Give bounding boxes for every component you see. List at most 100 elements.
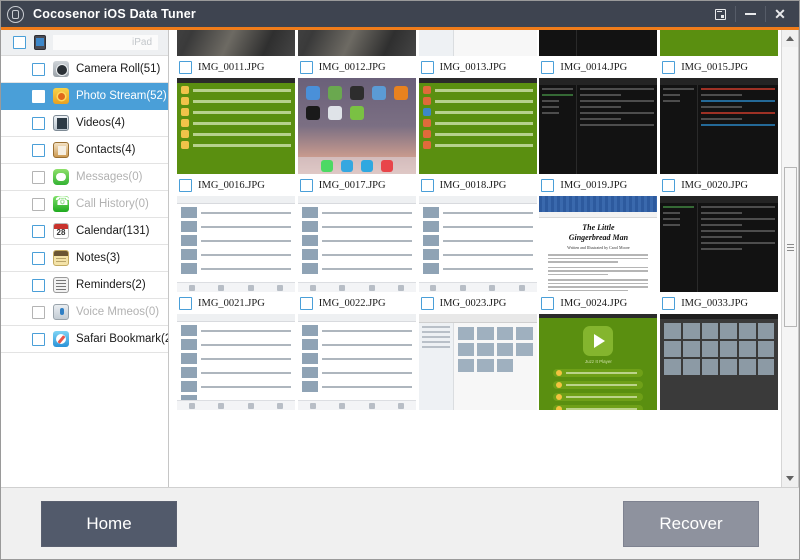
thumbnail-checkbox[interactable] xyxy=(541,60,555,74)
thumbnail-checkbox[interactable] xyxy=(662,60,676,74)
scrollbar-track[interactable] xyxy=(781,47,798,470)
scrollbar-thumb[interactable] xyxy=(783,167,797,327)
thumbnail-image[interactable] xyxy=(660,30,779,56)
thumbnail-cell[interactable]: IMG_0013.JPG xyxy=(418,30,539,78)
device-row[interactable]: iPad xyxy=(1,30,168,56)
safari-icon xyxy=(53,331,69,347)
calendar-day: 28 xyxy=(56,228,66,237)
thumbnail-image[interactable] xyxy=(177,196,295,292)
thumbnail-image[interactable] xyxy=(297,30,416,56)
thumbnail-cell[interactable]: IMG_0023.JPG xyxy=(418,196,539,314)
thumbnail-caption: IMG_0021.JPG xyxy=(177,292,297,314)
thumbnail-cell[interactable] xyxy=(297,314,418,410)
sidebar-item-calendar[interactable]: 28 Calendar(131) xyxy=(1,218,168,245)
thumbnail-cell[interactable]: IMG_0016.JPG xyxy=(177,78,297,196)
contacts-checkbox[interactable] xyxy=(32,143,45,157)
sidebar-item-videos[interactable]: Videos(4) xyxy=(1,110,168,137)
home-button[interactable]: Home xyxy=(41,500,177,547)
scroll-up-button[interactable] xyxy=(781,30,798,47)
vertical-scrollbar[interactable] xyxy=(781,30,798,487)
thumbnail-cell[interactable]: IMG_0012.JPG xyxy=(297,30,418,78)
thumbnail-image[interactable] xyxy=(660,196,779,292)
thumbnail-cell[interactable]: IMG_0019.JPG xyxy=(539,78,659,196)
thumbnail-checkbox[interactable] xyxy=(662,296,676,310)
scroll-down-arrow-icon xyxy=(786,476,794,481)
sidebar-item-messages[interactable]: Messages(0) xyxy=(1,164,168,191)
thumbnail-image[interactable] xyxy=(177,30,295,56)
thumbnail-cell[interactable]: IMG_0020.JPG xyxy=(660,78,780,196)
thumbnail-checkbox[interactable] xyxy=(541,296,555,310)
thumbnail-image[interactable] xyxy=(418,196,537,292)
thumbnail-checkbox[interactable] xyxy=(179,178,192,192)
scroll-up-arrow-icon xyxy=(786,36,794,41)
thumbnail-image[interactable] xyxy=(418,314,537,410)
thumbnail-checkbox[interactable] xyxy=(420,296,434,310)
thumbnail-caption: IMG_0016.JPG xyxy=(177,174,297,196)
thumbnail-label: IMG_0033.JPG xyxy=(681,297,748,309)
thumbnail-checkbox[interactable] xyxy=(299,178,313,192)
thumbnail-checkbox[interactable] xyxy=(541,178,555,192)
recover-button[interactable]: Recover xyxy=(623,500,759,547)
sidebar-item-camera-roll[interactable]: Camera Roll(51) xyxy=(1,56,168,83)
minimize-button[interactable] xyxy=(735,2,765,26)
footer-bar: Home Recover xyxy=(1,487,799,559)
thumbnail-checkbox[interactable] xyxy=(299,60,313,74)
thumbnail-checkbox[interactable] xyxy=(420,60,434,74)
thumbnail-checkbox[interactable] xyxy=(179,296,192,310)
thumbnail-image[interactable] xyxy=(297,196,416,292)
thumbnail-cell[interactable]: IMG_0022.JPG xyxy=(297,196,418,314)
sidebar-item-safari-bookmark[interactable]: Safari Bookmark(21) xyxy=(1,326,168,353)
safari-bookmark-checkbox[interactable] xyxy=(32,332,45,346)
thumbnail-cell[interactable]: IMG_0014.JPG xyxy=(539,30,659,78)
thumbnail-image[interactable]: The Little Gingerbread Man Written and Ill… xyxy=(539,196,658,292)
scroll-down-button[interactable] xyxy=(781,470,798,487)
thumbnail-cell[interactable]: IMG_0015.JPG xyxy=(660,30,780,78)
sidebar-item-notes[interactable]: Notes(3) xyxy=(1,245,168,272)
thumbnail-checkbox[interactable] xyxy=(420,178,434,192)
thumbnail-cell[interactable] xyxy=(418,314,539,410)
thumbnail-cell[interactable]: IMG_0011.JPG xyxy=(177,30,297,78)
sidebar-item-contacts[interactable]: Contacts(4) xyxy=(1,137,168,164)
thumbnail-cell[interactable] xyxy=(660,314,780,410)
device-name-field[interactable]: iPad xyxy=(53,35,158,50)
reminders-checkbox[interactable] xyxy=(32,278,45,292)
thumbnail-checkbox[interactable] xyxy=(299,296,313,310)
thumbnail-image[interactable] xyxy=(297,314,416,410)
thumbnail-cell[interactable] xyxy=(177,314,297,410)
thumbnail-image[interactable] xyxy=(660,78,779,174)
close-button[interactable]: ✕ xyxy=(765,2,795,26)
thumbnail-image[interactable] xyxy=(418,30,537,56)
videos-checkbox[interactable] xyxy=(32,116,45,130)
thumbnail-image[interactable] xyxy=(177,314,295,410)
thumbnail-caption: IMG_0018.JPG xyxy=(419,174,539,196)
camera-roll-checkbox[interactable] xyxy=(32,62,45,76)
thumbnail-cell[interactable]: Juzz It Player xyxy=(539,314,659,410)
thumbnail-image[interactable] xyxy=(177,78,295,174)
sidebar-item-voice-memos[interactable]: Voice Mmeos(0) xyxy=(1,299,168,326)
sidebar-item-call-history[interactable]: Call History(0) xyxy=(1,191,168,218)
thumbnail-cell[interactable]: IMG_0021.JPG xyxy=(177,196,297,314)
restore-button[interactable] xyxy=(705,2,735,26)
thumbnail-image[interactable] xyxy=(660,314,779,410)
calendar-checkbox[interactable] xyxy=(32,224,45,238)
thumbnail-image[interactable]: Juzz It Player xyxy=(539,314,658,410)
thumbnail-image[interactable] xyxy=(539,30,658,56)
thumbnail-cell[interactable]: The Little Gingerbread Man Written and Ill… xyxy=(539,196,659,314)
thumbnail-checkbox[interactable] xyxy=(662,178,676,192)
thumbnail-cell[interactable]: IMG_0017.JPG xyxy=(297,78,418,196)
thumbnail-checkbox[interactable] xyxy=(179,60,192,74)
call-history-checkbox[interactable] xyxy=(32,197,45,211)
thumbnail-image[interactable] xyxy=(418,78,537,174)
notes-checkbox[interactable] xyxy=(32,251,45,265)
device-checkbox[interactable] xyxy=(13,36,26,49)
thumbnail-cell[interactable]: IMG_0033.JPG xyxy=(660,196,780,314)
category-list: Camera Roll(51) Photo Stream(52) Videos(… xyxy=(1,56,168,487)
voice-memos-checkbox[interactable] xyxy=(32,305,45,319)
sidebar-item-photo-stream[interactable]: Photo Stream(52) xyxy=(1,83,168,110)
thumbnail-cell[interactable]: IMG_0018.JPG xyxy=(418,78,539,196)
thumbnail-image[interactable] xyxy=(297,78,416,174)
thumbnail-image[interactable] xyxy=(539,78,658,174)
sidebar-item-reminders[interactable]: Reminders(2) xyxy=(1,272,168,299)
photo-stream-checkbox[interactable] xyxy=(32,89,45,103)
messages-checkbox[interactable] xyxy=(32,170,45,184)
